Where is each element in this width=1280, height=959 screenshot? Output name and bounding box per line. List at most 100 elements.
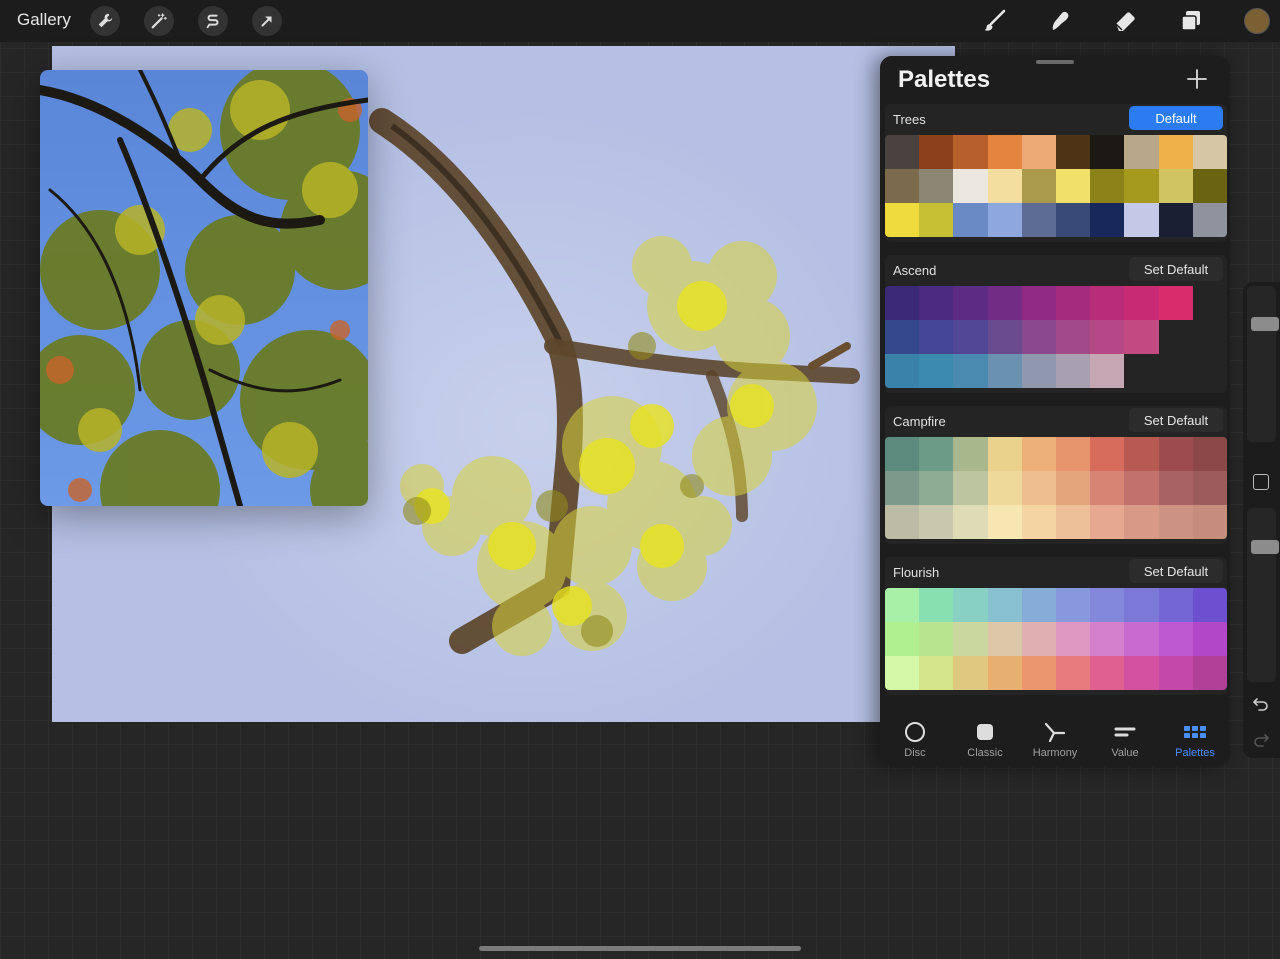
gallery-button[interactable]: Gallery: [17, 10, 71, 30]
color-swatch[interactable]: [1090, 471, 1125, 505]
color-swatch[interactable]: [1056, 471, 1091, 505]
selection-icon[interactable]: [198, 6, 228, 36]
current-color-swatch[interactable]: [1244, 8, 1270, 34]
color-swatch[interactable]: [1090, 437, 1125, 471]
color-swatch[interactable]: [987, 471, 1022, 505]
color-swatch[interactable]: [987, 656, 1022, 690]
color-swatch[interactable]: [1021, 203, 1056, 237]
color-swatch[interactable]: [1090, 135, 1125, 169]
default-button[interactable]: Default: [1129, 106, 1223, 130]
color-swatch[interactable]: [1090, 588, 1125, 622]
color-swatch[interactable]: [987, 437, 1022, 471]
color-swatch[interactable]: [1056, 588, 1091, 622]
brush-icon[interactable]: [980, 6, 1010, 36]
color-swatch[interactable]: [1124, 622, 1159, 656]
color-swatch[interactable]: [1158, 656, 1193, 690]
color-swatch[interactable]: [1124, 471, 1159, 505]
color-swatch[interactable]: [1124, 656, 1159, 690]
color-swatch[interactable]: [1158, 588, 1193, 622]
color-swatch[interactable]: [1124, 437, 1159, 471]
color-swatch[interactable]: [1124, 203, 1159, 237]
color-swatch[interactable]: [1056, 437, 1091, 471]
color-swatch[interactable]: [1021, 656, 1056, 690]
color-swatch[interactable]: [1056, 169, 1091, 203]
color-swatch[interactable]: [953, 437, 988, 471]
tab-harmony[interactable]: Harmony: [1020, 720, 1090, 759]
color-swatch[interactable]: [953, 656, 988, 690]
color-swatch[interactable]: [953, 622, 988, 656]
color-swatch[interactable]: [885, 505, 920, 539]
color-swatch[interactable]: [1158, 505, 1193, 539]
color-swatch[interactable]: [1192, 437, 1227, 471]
color-swatch[interactable]: [1021, 471, 1056, 505]
color-swatch[interactable]: [987, 505, 1022, 539]
color-swatch[interactable]: [1021, 286, 1056, 320]
color-swatch[interactable]: [885, 656, 920, 690]
color-swatch[interactable]: [953, 471, 988, 505]
color-swatch[interactable]: [919, 656, 954, 690]
home-indicator[interactable]: [479, 946, 801, 951]
color-swatch[interactable]: [885, 286, 920, 320]
color-swatch[interactable]: [919, 505, 954, 539]
color-swatch[interactable]: [1056, 135, 1091, 169]
wrench-icon[interactable]: [90, 6, 120, 36]
color-swatch[interactable]: [1124, 286, 1159, 320]
modify-button[interactable]: [1253, 474, 1269, 490]
color-swatch[interactable]: [1192, 622, 1227, 656]
color-swatch[interactable]: [1021, 135, 1056, 169]
brush-size-slider[interactable]: [1247, 286, 1279, 442]
color-swatch[interactable]: [1192, 505, 1227, 539]
color-swatch[interactable]: [953, 286, 988, 320]
tab-disc[interactable]: Disc: [880, 720, 950, 759]
color-swatch[interactable]: [919, 471, 954, 505]
color-swatch[interactable]: [1124, 354, 1159, 388]
color-swatch[interactable]: [987, 169, 1022, 203]
color-swatch[interactable]: [919, 588, 954, 622]
redo-icon[interactable]: [1251, 730, 1271, 750]
color-swatch[interactable]: [987, 286, 1022, 320]
color-swatch[interactable]: [1124, 505, 1159, 539]
color-swatch[interactable]: [885, 354, 920, 388]
color-swatch[interactable]: [953, 354, 988, 388]
color-swatch[interactable]: [1056, 286, 1091, 320]
color-swatch[interactable]: [1124, 169, 1159, 203]
color-swatch[interactable]: [987, 320, 1022, 354]
color-swatch[interactable]: [1192, 588, 1227, 622]
color-swatch[interactable]: [987, 354, 1022, 388]
color-swatch[interactable]: [1192, 471, 1227, 505]
color-swatch[interactable]: [1124, 588, 1159, 622]
color-swatch[interactable]: [919, 203, 954, 237]
color-swatch[interactable]: [919, 169, 954, 203]
reference-image-tree-canopy[interactable]: [40, 70, 368, 506]
color-swatch[interactable]: [1056, 320, 1091, 354]
color-swatch[interactable]: [919, 320, 954, 354]
smudge-icon[interactable]: [1045, 6, 1075, 36]
transform-arrow-icon[interactable]: [252, 6, 282, 36]
color-swatch[interactable]: [1090, 622, 1125, 656]
color-swatch[interactable]: [1192, 286, 1227, 320]
color-swatch[interactable]: [953, 505, 988, 539]
color-swatch[interactable]: [1124, 135, 1159, 169]
color-swatch[interactable]: [1090, 656, 1125, 690]
layers-icon[interactable]: [1176, 6, 1206, 36]
set-default-button[interactable]: Set Default: [1129, 559, 1223, 583]
color-swatch[interactable]: [885, 203, 920, 237]
color-swatch[interactable]: [953, 320, 988, 354]
tab-classic[interactable]: Classic: [950, 720, 1020, 759]
brush-size-thumb[interactable]: [1251, 317, 1279, 332]
color-swatch[interactable]: [1021, 354, 1056, 388]
color-swatch[interactable]: [1192, 320, 1227, 354]
opacity-thumb[interactable]: [1251, 540, 1279, 554]
color-swatch[interactable]: [885, 622, 920, 656]
color-swatch[interactable]: [885, 135, 920, 169]
color-swatch[interactable]: [953, 588, 988, 622]
color-swatch[interactable]: [1090, 286, 1125, 320]
color-swatch[interactable]: [1090, 169, 1125, 203]
color-swatch[interactable]: [1090, 354, 1125, 388]
color-swatch[interactable]: [919, 135, 954, 169]
color-swatch[interactable]: [1192, 656, 1227, 690]
color-swatch[interactable]: [1021, 320, 1056, 354]
set-default-button[interactable]: Set Default: [1129, 257, 1223, 281]
color-swatch[interactable]: [885, 588, 920, 622]
color-swatch[interactable]: [1158, 135, 1193, 169]
